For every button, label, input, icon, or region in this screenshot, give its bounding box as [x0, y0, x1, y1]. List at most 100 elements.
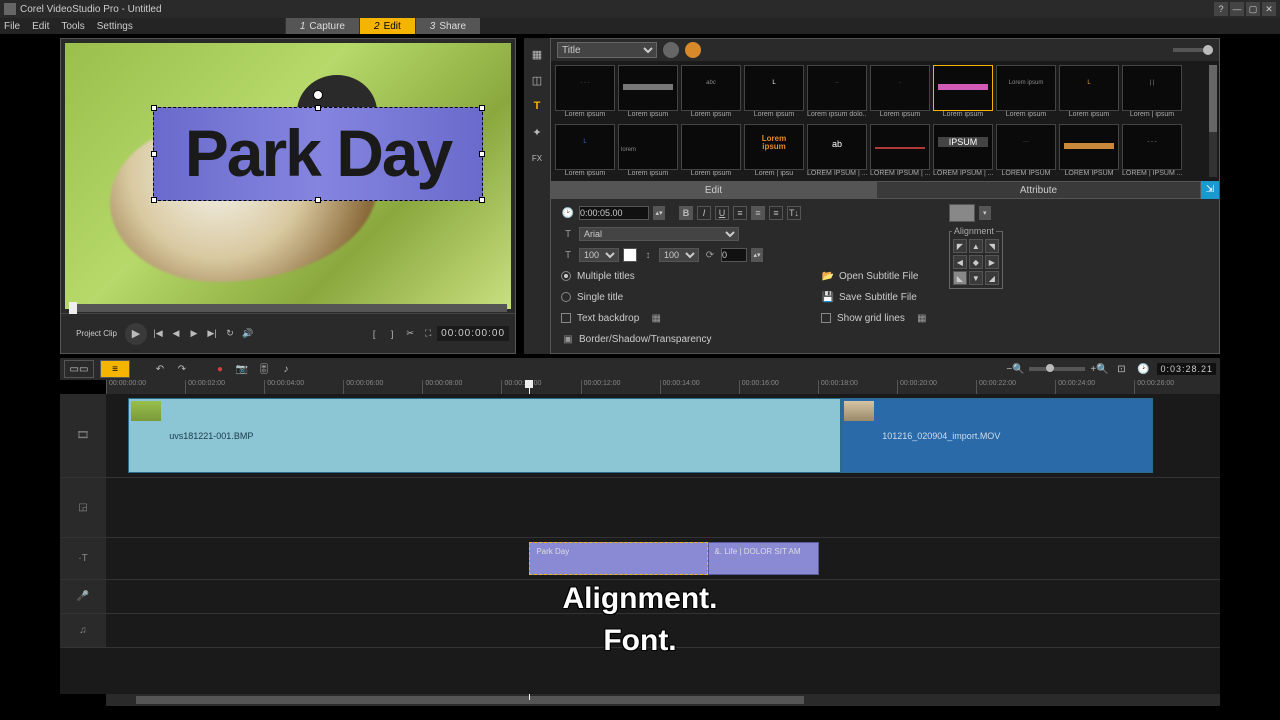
tab-attribute[interactable]: Attribute — [876, 181, 1201, 199]
title-preset[interactable]: loremLorem ipsum — [618, 124, 678, 180]
play-button[interactable]: ▶ — [125, 323, 147, 345]
title-preset[interactable]: IPSUMLOREM IPSUM | ... — [933, 124, 993, 180]
music-track-header[interactable]: ♫ — [60, 614, 106, 647]
font-color-swatch[interactable] — [623, 248, 637, 262]
resize-handle[interactable] — [151, 197, 157, 203]
expand-options-icon[interactable]: ⇲ — [1201, 181, 1219, 199]
rotate-spinner[interactable]: ▴▾ — [751, 248, 763, 262]
preview-video[interactable]: Park Day — [65, 43, 511, 309]
enlarge-button[interactable]: ⛶ — [421, 327, 435, 341]
preview-timecode[interactable]: 00:00:00:00 — [437, 326, 509, 341]
library-category-select[interactable]: Title — [557, 42, 657, 58]
duration-input[interactable] — [579, 206, 649, 220]
align-top-left[interactable]: ◤ — [953, 239, 967, 253]
mark-out-button[interactable]: ] — [385, 327, 399, 341]
align-top-right[interactable]: ◥ — [985, 239, 999, 253]
prev-frame-button[interactable]: ◀ — [169, 327, 183, 341]
align-center-button[interactable]: ≡ — [751, 206, 765, 220]
title-overlay[interactable]: Park Day — [153, 107, 483, 201]
preset-color-swatch[interactable] — [949, 204, 975, 222]
resize-handle[interactable] — [151, 105, 157, 111]
timeline-view-button[interactable]: ≡ — [100, 360, 130, 378]
close-button[interactable]: ✕ — [1262, 2, 1276, 16]
thumb-size-slider[interactable] — [1173, 48, 1213, 52]
align-bottom-center[interactable]: ▼ — [969, 271, 983, 285]
title-preset[interactable]: Lorem ipsumLorem ipsum — [996, 65, 1056, 121]
overlay-track-header[interactable]: ◲ — [60, 478, 106, 537]
title-preset[interactable]: LLorem ipsum — [744, 65, 804, 121]
menu-file[interactable]: File — [4, 21, 20, 32]
repeat-button[interactable]: ↻ — [223, 327, 237, 341]
title-preset[interactable]: Lorem ipsum — [618, 65, 678, 121]
title-preset[interactable]: - - -LOREM | IPSUM ... — [1122, 124, 1182, 180]
sidetab-transition-icon[interactable]: ◫ — [527, 70, 547, 90]
timeline-ruler[interactable]: 00:00:00:0000:00:02:0000:00:04:0000:00:0… — [106, 380, 1220, 394]
help-icon[interactable]: ? — [1214, 2, 1228, 16]
goto-start-button[interactable]: |◀ — [151, 327, 165, 341]
align-bottom-left[interactable]: ◣ — [953, 271, 967, 285]
undo-button[interactable]: ↶ — [152, 361, 168, 377]
resize-handle[interactable] — [315, 197, 321, 203]
save-subtitle-icon[interactable]: 💾 — [821, 290, 835, 304]
step-edit[interactable]: 2Edit — [359, 18, 415, 34]
title-text[interactable]: Park Day — [154, 108, 482, 198]
title-preset[interactable]: LOREM IPSUM | ... — [870, 124, 930, 180]
menu-edit[interactable]: Edit — [32, 21, 49, 32]
scrub-cursor-icon[interactable] — [69, 302, 77, 314]
sidetab-title-icon[interactable]: T — [527, 96, 547, 116]
next-frame-button[interactable]: ▶ — [187, 327, 201, 341]
title-preset[interactable]: LOREM IPSUM — [1059, 124, 1119, 180]
fit-project-button[interactable]: ⊡ — [1113, 361, 1129, 377]
gridlines-settings-icon[interactable]: ▦ — [915, 311, 929, 325]
mark-in-button[interactable]: [ — [367, 327, 381, 341]
checkbox-show-gridlines[interactable] — [821, 313, 831, 323]
open-subtitle-icon[interactable]: 📂 — [821, 269, 835, 283]
title-preset[interactable]: ··Lorem ipsum dolo... — [807, 65, 867, 121]
title-preset[interactable]: | |Lorem | ipsum — [1122, 65, 1182, 121]
font-select[interactable]: Arial — [579, 227, 739, 241]
zoom-slider[interactable] — [1029, 367, 1085, 371]
title-preset[interactable]: abLOREM IPSUM | ... — [807, 124, 867, 180]
step-share[interactable]: 3Share — [415, 18, 480, 34]
volume-button[interactable]: 🔊 — [241, 327, 255, 341]
title-preset[interactable]: LoremipsumLorem | ipsu — [744, 124, 804, 180]
align-center[interactable]: ◆ — [969, 255, 983, 269]
align-top-center[interactable]: ▲ — [969, 239, 983, 253]
title-preset[interactable]: abcLorem ipsum — [681, 65, 741, 121]
title-preset[interactable]: ···LOREM IPSUM — [996, 124, 1056, 180]
resize-handle[interactable] — [479, 151, 485, 157]
goto-end-button[interactable]: ▶| — [205, 327, 219, 341]
border-shadow-icon[interactable]: ▣ — [561, 332, 575, 346]
title-preset[interactable]: ·Lorem ipsum — [870, 65, 930, 121]
tab-edit[interactable]: Edit — [551, 181, 876, 199]
resize-handle[interactable] — [479, 197, 485, 203]
playback-mode-label[interactable]: Project Clip — [67, 329, 117, 338]
zoom-in-button[interactable]: +🔍 — [1091, 361, 1107, 377]
storyboard-view-button[interactable]: ▭▭ — [64, 360, 94, 378]
scrub-bar[interactable] — [69, 304, 507, 312]
video-clip[interactable]: 101216_020904_import.MOV — [841, 398, 1153, 473]
bold-button[interactable]: B — [679, 206, 693, 220]
sidetab-graphic-icon[interactable]: ✦ — [527, 122, 547, 142]
redo-button[interactable]: ↷ — [174, 361, 190, 377]
voice-track-header[interactable]: 🎤 — [60, 580, 106, 613]
radio-multiple-titles[interactable] — [561, 271, 571, 281]
minimize-button[interactable]: — — [1230, 2, 1244, 16]
resize-handle[interactable] — [479, 105, 485, 111]
sidetab-filter-icon[interactable]: FX — [527, 148, 547, 168]
vertical-text-button[interactable]: T↓ — [787, 206, 801, 220]
title-preset[interactable]: LLorem ipsum — [555, 124, 615, 180]
align-middle-right[interactable]: ▶ — [985, 255, 999, 269]
rotate-handle-icon[interactable] — [313, 90, 323, 100]
resize-handle[interactable] — [315, 105, 321, 111]
checkbox-text-backdrop[interactable] — [561, 313, 571, 323]
step-capture[interactable]: 1Capture — [285, 18, 359, 34]
record-button[interactable]: ● — [212, 361, 228, 377]
resize-handle[interactable] — [151, 151, 157, 157]
snapshot-button[interactable]: 📷 — [234, 361, 250, 377]
title-preset[interactable]: LLorem ipsum — [1059, 65, 1119, 121]
title-preset[interactable]: Lorem ipsum — [681, 124, 741, 180]
menu-settings[interactable]: Settings — [97, 21, 133, 32]
mixer-button[interactable]: 🎚 — [256, 361, 272, 377]
text-backdrop-settings-icon[interactable]: ▦ — [649, 311, 663, 325]
